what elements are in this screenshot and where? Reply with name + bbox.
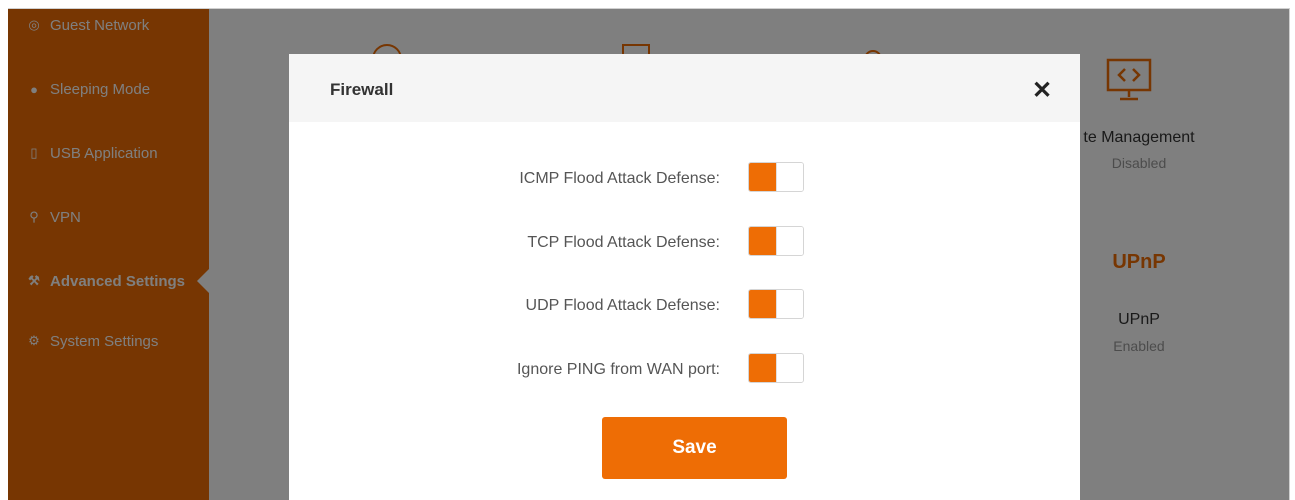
- udp-flood-label: UDP Flood Attack Defense:: [525, 297, 720, 314]
- udp-flood-toggle[interactable]: [748, 289, 804, 319]
- close-button[interactable]: ✕: [1027, 76, 1057, 106]
- toggle-on-indicator: [749, 227, 776, 255]
- toggle-knob: [776, 163, 803, 191]
- icmp-flood-toggle[interactable]: [748, 162, 804, 192]
- toggle-knob: [776, 227, 803, 255]
- ignore-ping-toggle[interactable]: [748, 353, 804, 383]
- toggle-knob: [776, 290, 803, 318]
- tcp-flood-toggle[interactable]: [748, 226, 804, 256]
- toggle-on-indicator: [749, 290, 776, 318]
- dialog-header: Firewall ✕: [289, 54, 1080, 122]
- toggle-knob: [776, 354, 803, 382]
- firewall-dialog: Firewall ✕ ICMP Flood Attack Defense: TC…: [289, 54, 1080, 500]
- dialog-title: Firewall: [330, 80, 394, 99]
- close-icon: ✕: [1031, 77, 1053, 104]
- tcp-flood-label: TCP Flood Attack Defense:: [527, 234, 720, 251]
- router-admin-frame: ◎ Guest Network ● Sleeping Mode ▯ USB Ap…: [8, 8, 1290, 500]
- ignore-ping-label: Ignore PING from WAN port:: [516, 361, 720, 378]
- save-button[interactable]: Save: [602, 417, 787, 479]
- icmp-flood-label: ICMP Flood Attack Defense:: [519, 170, 720, 187]
- toggle-on-indicator: [749, 354, 776, 382]
- toggle-on-indicator: [749, 163, 776, 191]
